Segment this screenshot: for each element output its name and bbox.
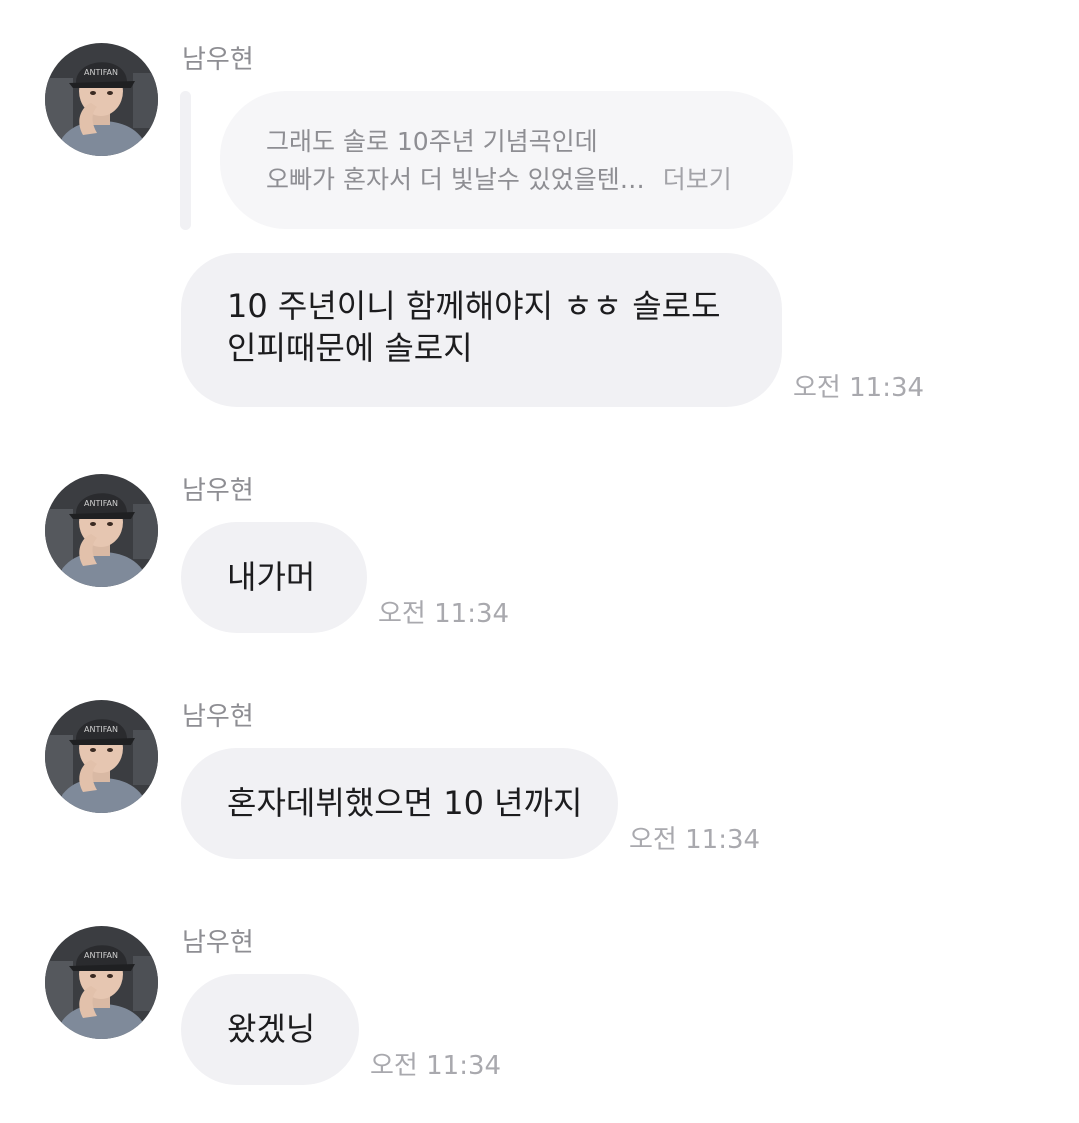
sender-name: 남우현 (182, 476, 254, 506)
reply-quote-bubble[interactable]: 그래도 솔로 10주년 기념곡인데 오빠가 혼자서 더 빛날수 있었을텐… 더보기 (220, 91, 793, 229)
message-bubble[interactable]: 10 주년이니 함께해야지 ㅎㅎ 솔로도 인피때문에 솔로지 (181, 253, 782, 407)
reply-quote-bar (180, 91, 191, 230)
sender-name: 남우현 (182, 928, 254, 958)
message-bubble[interactable]: 내가머 (181, 522, 367, 633)
message-text: 혼자데뷔했으면 10 년까지 (227, 784, 583, 822)
avatar-photo (45, 43, 158, 156)
message-bubble[interactable]: 혼자데뷔했으면 10 년까지 (181, 748, 618, 859)
sender-name: 남우현 (182, 45, 254, 75)
message-time: 오전 11:34 (629, 825, 761, 855)
sender-avatar[interactable] (45, 43, 158, 156)
message-time: 오전 11:34 (378, 599, 510, 629)
reply-quote-line: 오빠가 혼자서 더 빛날수 있었을텐… 더보기 (266, 165, 732, 194)
message-text: 10 주년이니 함께해야지 ㅎㅎ 솔로도 (227, 287, 721, 325)
avatar-photo (45, 700, 158, 813)
message-time: 오전 11:34 (370, 1051, 502, 1081)
sender-avatar[interactable] (45, 474, 158, 587)
avatar-photo (45, 474, 158, 587)
sender-avatar[interactable] (45, 926, 158, 1039)
more-link[interactable]: 더보기 (663, 165, 732, 194)
message-bubble[interactable]: 왔겠닝 (181, 974, 359, 1085)
message-text: 왔겠닝 (227, 1010, 316, 1048)
sender-name: 남우현 (182, 702, 254, 732)
reply-quote-line: 그래도 솔로 10주년 기념곡인데 (266, 127, 598, 156)
avatar-photo (45, 926, 158, 1039)
message-text: 내가머 (227, 558, 316, 596)
message-text: 인피때문에 솔로지 (227, 329, 473, 367)
sender-avatar[interactable] (45, 700, 158, 813)
message-time: 오전 11:34 (793, 373, 925, 403)
